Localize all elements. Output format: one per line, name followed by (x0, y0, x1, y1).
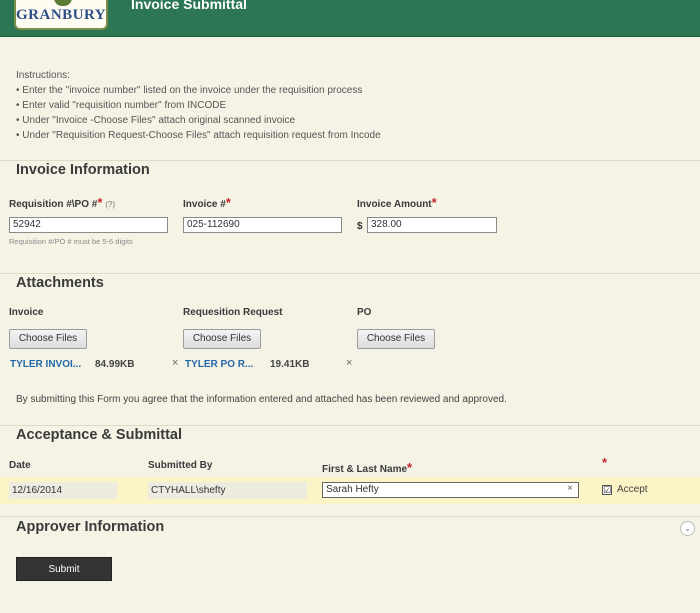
instruction-item: • Enter valid "requisition number" from … (16, 100, 227, 111)
requisition-hint: Requisition #/PO # must be 5-6 digits (9, 237, 133, 246)
requisition-file-size: 19.41KB (270, 359, 310, 370)
invoice-file-link[interactable]: TYLER INVOI... (10, 359, 81, 370)
help-icon[interactable]: (?) (105, 200, 115, 209)
requisition-label-text: Requisition #\PO # (9, 199, 98, 210)
currency-symbol: $ (357, 221, 363, 232)
required-mark: * (602, 455, 608, 470)
instructions-heading: Instructions: (16, 70, 70, 81)
requisition-request-label: Requesition Request (183, 307, 283, 318)
instruction-item: • Enter the "invoice number" listed on t… (16, 85, 363, 96)
instruction-item: • Under "Requisition Request-Choose File… (16, 130, 381, 141)
name-label-text: First & Last Name (322, 464, 408, 475)
section-divider (0, 273, 700, 274)
required-mark: * (431, 195, 437, 210)
agreement-text: By submitting this Form you agree that t… (16, 394, 507, 405)
remove-invoice-file-icon[interactable]: × (172, 357, 178, 369)
requisition-choose-files-button[interactable]: Choose Files (183, 329, 261, 349)
invoice-number-label: Invoice #* (183, 195, 231, 210)
acceptance-heading: Acceptance & Submittal (16, 427, 182, 443)
instruction-item: • Under "Invoice -Choose Files" attach o… (16, 115, 296, 126)
submitted-by-field: CTYHALL\shefty (148, 482, 307, 499)
submit-button[interactable]: Submit (16, 557, 112, 581)
invoice-file-size: 84.99KB (95, 359, 135, 370)
logo-text: GRANBURY (16, 7, 107, 23)
requisition-input[interactable]: 52942 (9, 217, 168, 233)
required-mark: * (97, 195, 103, 210)
required-mark: * (225, 195, 231, 210)
section-divider (0, 425, 700, 426)
granbury-logo[interactable]: GRANBURY (14, 0, 108, 30)
invoice-information-heading: Invoice Information (16, 162, 150, 178)
po-choose-files-button[interactable]: Choose Files (357, 329, 435, 349)
date-label: Date (9, 460, 31, 471)
po-attachment-label: PO (357, 307, 372, 318)
instructions: Instructions: • Enter the "invoice numbe… (16, 68, 381, 143)
accept-checkbox[interactable]: ☑ (602, 485, 612, 495)
app-header: GRANBURY Invoice Submittal (0, 0, 700, 37)
accept-label[interactable]: Accept (617, 484, 648, 495)
attachments-heading: Attachments (16, 275, 104, 291)
invoice-number-input[interactable]: 025-112690 (183, 217, 342, 233)
invoice-attachment-label: Invoice (9, 307, 44, 318)
name-label: First & Last Name* (322, 460, 412, 475)
date-field: 12/16/2014 (9, 482, 117, 499)
invoice-number-label-text: Invoice # (183, 199, 226, 210)
chevron-down-icon[interactable]: ⌄ (680, 521, 695, 536)
submitted-by-label: Submitted By (148, 460, 213, 471)
required-mark: * (407, 460, 413, 475)
page-title: Invoice Submittal (131, 0, 247, 12)
approver-heading: Approver Information (16, 519, 165, 535)
invoice-amount-label-text: Invoice Amount (357, 199, 432, 210)
invoice-amount-label: Invoice Amount* (357, 195, 437, 210)
clear-name-icon[interactable]: × (567, 483, 573, 494)
invoice-amount-input[interactable]: 328.00 (367, 217, 497, 233)
remove-requisition-file-icon[interactable]: × (346, 357, 352, 369)
section-divider (0, 160, 700, 161)
requisition-file-link[interactable]: TYLER PO R... (185, 359, 253, 370)
section-divider (0, 516, 700, 517)
invoice-choose-files-button[interactable]: Choose Files (9, 329, 87, 349)
crest-icon (54, 0, 72, 6)
accept-required-mark: * (602, 455, 607, 470)
first-last-name-input[interactable]: Sarah Hefty (322, 482, 579, 498)
requisition-label: Requisition #\PO #* (?) (9, 195, 115, 210)
